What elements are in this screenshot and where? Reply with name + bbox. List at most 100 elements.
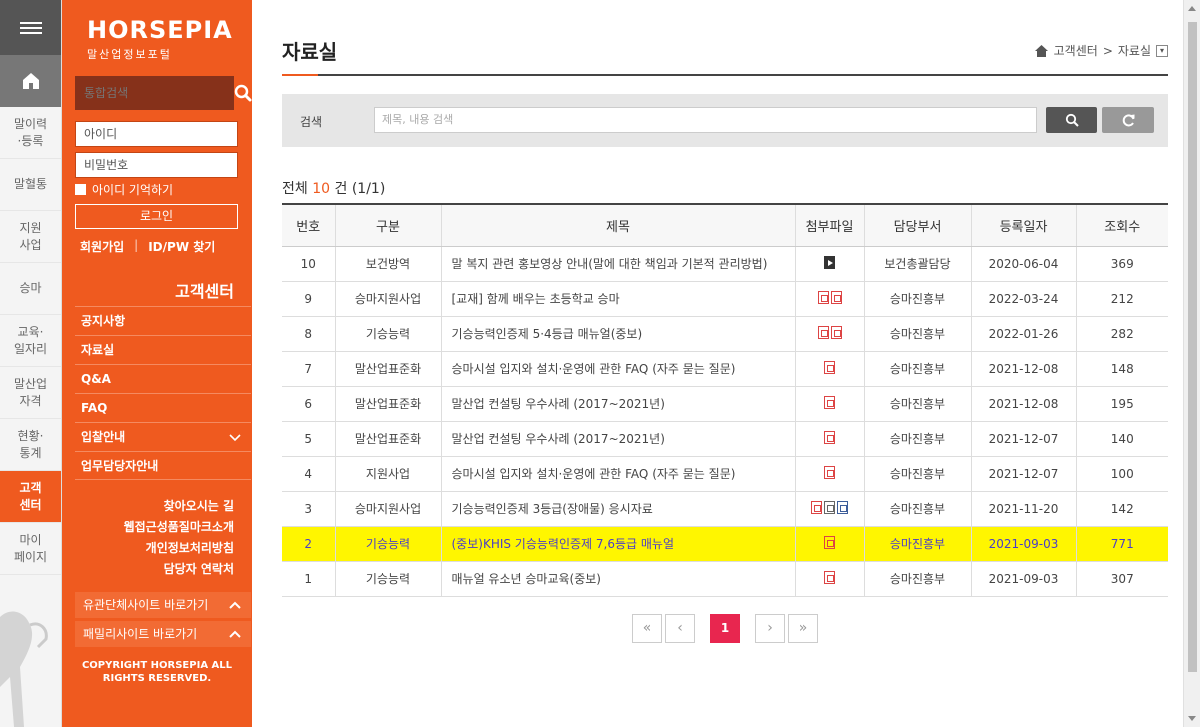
rail-item-customer-center[interactable]: 고객 센터 bbox=[0, 471, 61, 523]
pdf-file-icon[interactable] bbox=[811, 500, 822, 514]
pdf-file-icon[interactable] bbox=[824, 570, 835, 584]
breadcrumb-page[interactable]: 자료실 bbox=[1118, 42, 1151, 59]
row-date: 2021-12-07 bbox=[970, 421, 1076, 457]
vertical-scrollbar[interactable] bbox=[1183, 0, 1200, 727]
submenu-item-archive[interactable]: 자료실 bbox=[75, 335, 251, 364]
main-content: 자료실 고객센터 > 자료실 ▾ 검색 제목, 내용 검색 전체 10 건 (1… bbox=[282, 0, 1168, 643]
privacy-link[interactable]: 개인정보처리방침 bbox=[124, 538, 234, 559]
row-title[interactable]: [교재] 함께 배우는 초등학교 승마 bbox=[440, 281, 795, 317]
reset-button[interactable] bbox=[1102, 107, 1154, 133]
attachment-icons bbox=[824, 255, 835, 269]
pdf-file-icon[interactable] bbox=[830, 325, 842, 339]
integrated-search-input[interactable] bbox=[75, 76, 234, 110]
pdf-file-icon[interactable] bbox=[824, 535, 835, 549]
remember-checkbox[interactable] bbox=[75, 184, 86, 195]
row-number: 1 bbox=[282, 561, 335, 597]
rail-item-qualification[interactable]: 말산업 자격 bbox=[0, 367, 61, 419]
submenu-item-faq[interactable]: FAQ bbox=[75, 393, 251, 422]
contact-link[interactable]: 담당자 연락처 bbox=[124, 559, 234, 580]
rail-item-pedigree[interactable]: 말혈통 bbox=[0, 159, 61, 211]
row-date: 2021-09-03 bbox=[970, 526, 1076, 562]
page-header: 자료실 고객센터 > 자료실 ▾ bbox=[282, 0, 1168, 76]
related-sites-label: 유관단체사이트 바로가기 bbox=[83, 598, 209, 612]
search-input[interactable]: 제목, 내용 검색 bbox=[374, 107, 1037, 133]
last-page-button[interactable]: » bbox=[788, 613, 818, 643]
accessibility-link[interactable]: 웹접근성품질마크소개 bbox=[124, 517, 234, 538]
table-row[interactable]: 7 말산업표준화 승마시설 입지와 설치·운영에 관한 FAQ (자주 묻는 질문)… bbox=[282, 351, 1168, 387]
first-page-button[interactable]: « bbox=[632, 613, 662, 643]
row-category: 보건방역 bbox=[334, 246, 441, 282]
account-links: 회원가입 | ID/PW 찾기 bbox=[80, 238, 215, 255]
table-row[interactable]: 6 말산업표준화 말산업 컨설팅 우수사례 (2017~2021년) 승마진흥부 202… bbox=[282, 386, 1168, 422]
table-row[interactable]: 10 보건방역 말 복지 관련 홍보영상 안내(말에 대한 책임과 기본적 관리방법… bbox=[282, 246, 1168, 282]
prev-page-button[interactable]: ‹ bbox=[665, 613, 695, 643]
family-sites-toggle[interactable]: 패밀리사이트 바로가기 bbox=[75, 621, 251, 647]
join-link[interactable]: 회원가입 bbox=[80, 238, 124, 255]
table-row[interactable]: 8 기승능력 기승능력인증제 5·4등급 매뉴얼(중보) 승마진흥부 2022-01-2… bbox=[282, 316, 1168, 352]
page-button-current[interactable]: 1 bbox=[710, 613, 740, 643]
hwp-file-icon[interactable] bbox=[837, 500, 848, 514]
row-title[interactable]: 기승능력인증제 3등급(장애물) 응시자료 bbox=[440, 491, 795, 527]
find-id-pw-link[interactable]: ID/PW 찾기 bbox=[148, 238, 215, 255]
rail-item-education[interactable]: 교육· 일자리 bbox=[0, 315, 61, 367]
table-row[interactable]: 5 말산업표준화 말산업 컨설팅 우수사례 (2017~2021년) 승마진흥부 202… bbox=[282, 421, 1168, 457]
table-row[interactable]: 3 승마지원사업 기승능력인증제 3등급(장애물) 응시자료 승마진흥부 2021-11… bbox=[282, 491, 1168, 527]
scroll-up-icon[interactable] bbox=[1188, 6, 1196, 11]
row-title[interactable]: 기승능력인증제 5·4등급 매뉴얼(중보) bbox=[440, 316, 795, 352]
table-row[interactable]: 1 기승능력 매뉴얼 유소년 승마교육(중보) 승마진흥부 2021-09-03 307 bbox=[282, 561, 1168, 597]
rail-item-horse-history[interactable]: 말이력 ·등록 bbox=[0, 107, 61, 159]
row-title[interactable]: 매뉴얼 유소년 승마교육(중보) bbox=[440, 561, 795, 597]
next-page-button[interactable]: › bbox=[755, 613, 785, 643]
table-row[interactable]: 2 기승능력 (중보)KHIS 기승능력인증제 7,6등급 매뉴얼 승마진흥부 2021… bbox=[282, 526, 1168, 562]
row-category: 기승능력 bbox=[334, 526, 441, 562]
video-file-icon[interactable] bbox=[824, 255, 835, 269]
login-button[interactable]: 로그인 bbox=[75, 204, 238, 229]
doc-file-icon[interactable] bbox=[824, 500, 835, 514]
row-title[interactable]: 승마시설 입지와 설치·운영에 관한 FAQ (자주 묻는 질문) bbox=[440, 351, 795, 387]
horsepia-logo[interactable]: HORSEPIA 말산업정보포털 bbox=[62, 0, 252, 76]
related-sites-toggle[interactable]: 유관단체사이트 바로가기 bbox=[75, 592, 251, 618]
pdf-file-icon[interactable] bbox=[830, 290, 842, 304]
breadcrumb-section[interactable]: 고객센터 bbox=[1054, 42, 1098, 59]
row-title[interactable]: 승마시설 입지와 설치·운영에 관한 FAQ (자주 묻는 질문) bbox=[440, 456, 795, 492]
pdf-file-icon[interactable] bbox=[824, 360, 835, 374]
search-button[interactable] bbox=[1046, 107, 1097, 133]
search-icon[interactable] bbox=[234, 76, 252, 110]
remember-id[interactable]: 아이디 기억하기 bbox=[75, 181, 173, 198]
rail-item-statistics[interactable]: 현황· 통계 bbox=[0, 419, 61, 471]
home-icon[interactable] bbox=[1034, 44, 1049, 58]
total-suffix: 건 (1/1) bbox=[334, 181, 386, 197]
home-icon[interactable] bbox=[0, 55, 61, 107]
rail-item-support[interactable]: 지원 사업 bbox=[0, 211, 61, 263]
row-title[interactable]: 말 복지 관련 홍보영상 안내(말에 대한 책임과 기본적 관리방법) bbox=[440, 246, 795, 282]
password-input[interactable]: 비밀번호 bbox=[75, 152, 238, 178]
pdf-file-icon[interactable] bbox=[817, 325, 829, 339]
pdf-file-icon[interactable] bbox=[824, 465, 835, 479]
pdf-file-icon[interactable] bbox=[824, 430, 835, 444]
breadcrumb-dropdown-icon[interactable]: ▾ bbox=[1156, 44, 1168, 57]
submenu-item-staff[interactable]: 업무담당자안내 bbox=[75, 451, 251, 480]
hamburger-menu-icon[interactable] bbox=[0, 0, 61, 55]
search-icon bbox=[1065, 113, 1079, 127]
submenu-item-bid[interactable]: 입찰안내 bbox=[75, 422, 251, 451]
rail-item-my-page[interactable]: 마이 페이지 bbox=[0, 523, 61, 575]
submenu-item-notice[interactable]: 공지사항 bbox=[75, 306, 251, 335]
row-title[interactable]: 말산업 컨설팅 우수사례 (2017~2021년) bbox=[440, 386, 795, 422]
table-row[interactable]: 9 승마지원사업 [교재] 함께 배우는 초등학교 승마 승마진흥부 2022-03-2… bbox=[282, 281, 1168, 317]
directions-link[interactable]: 찾아오시는 길 bbox=[124, 496, 234, 517]
scroll-down-icon[interactable] bbox=[1188, 716, 1196, 721]
extra-links: 찾아오시는 길 웹접근성품질마크소개 개인정보처리방침 담당자 연락처 bbox=[124, 496, 234, 580]
pdf-file-icon[interactable] bbox=[817, 290, 829, 304]
table-row[interactable]: 4 지원사업 승마시설 입지와 설치·운영에 관한 FAQ (자주 묻는 질문) 승마… bbox=[282, 456, 1168, 492]
row-title[interactable]: (중보)KHIS 기승능력인증제 7,6등급 매뉴얼 bbox=[440, 526, 795, 562]
scroll-thumb[interactable] bbox=[1188, 22, 1197, 672]
row-category: 지원사업 bbox=[334, 456, 441, 492]
row-title[interactable]: 말산업 컨설팅 우수사례 (2017~2021년) bbox=[440, 421, 795, 457]
row-date: 2022-01-26 bbox=[970, 316, 1076, 352]
pdf-file-icon[interactable] bbox=[824, 395, 835, 409]
id-input[interactable]: 아이디 bbox=[75, 121, 238, 147]
row-views: 142 bbox=[1075, 491, 1168, 527]
submenu-item-qna[interactable]: Q&A bbox=[75, 364, 251, 393]
rail-item-riding[interactable]: 승마 bbox=[0, 263, 61, 315]
horse-decoration-icon bbox=[0, 611, 48, 727]
